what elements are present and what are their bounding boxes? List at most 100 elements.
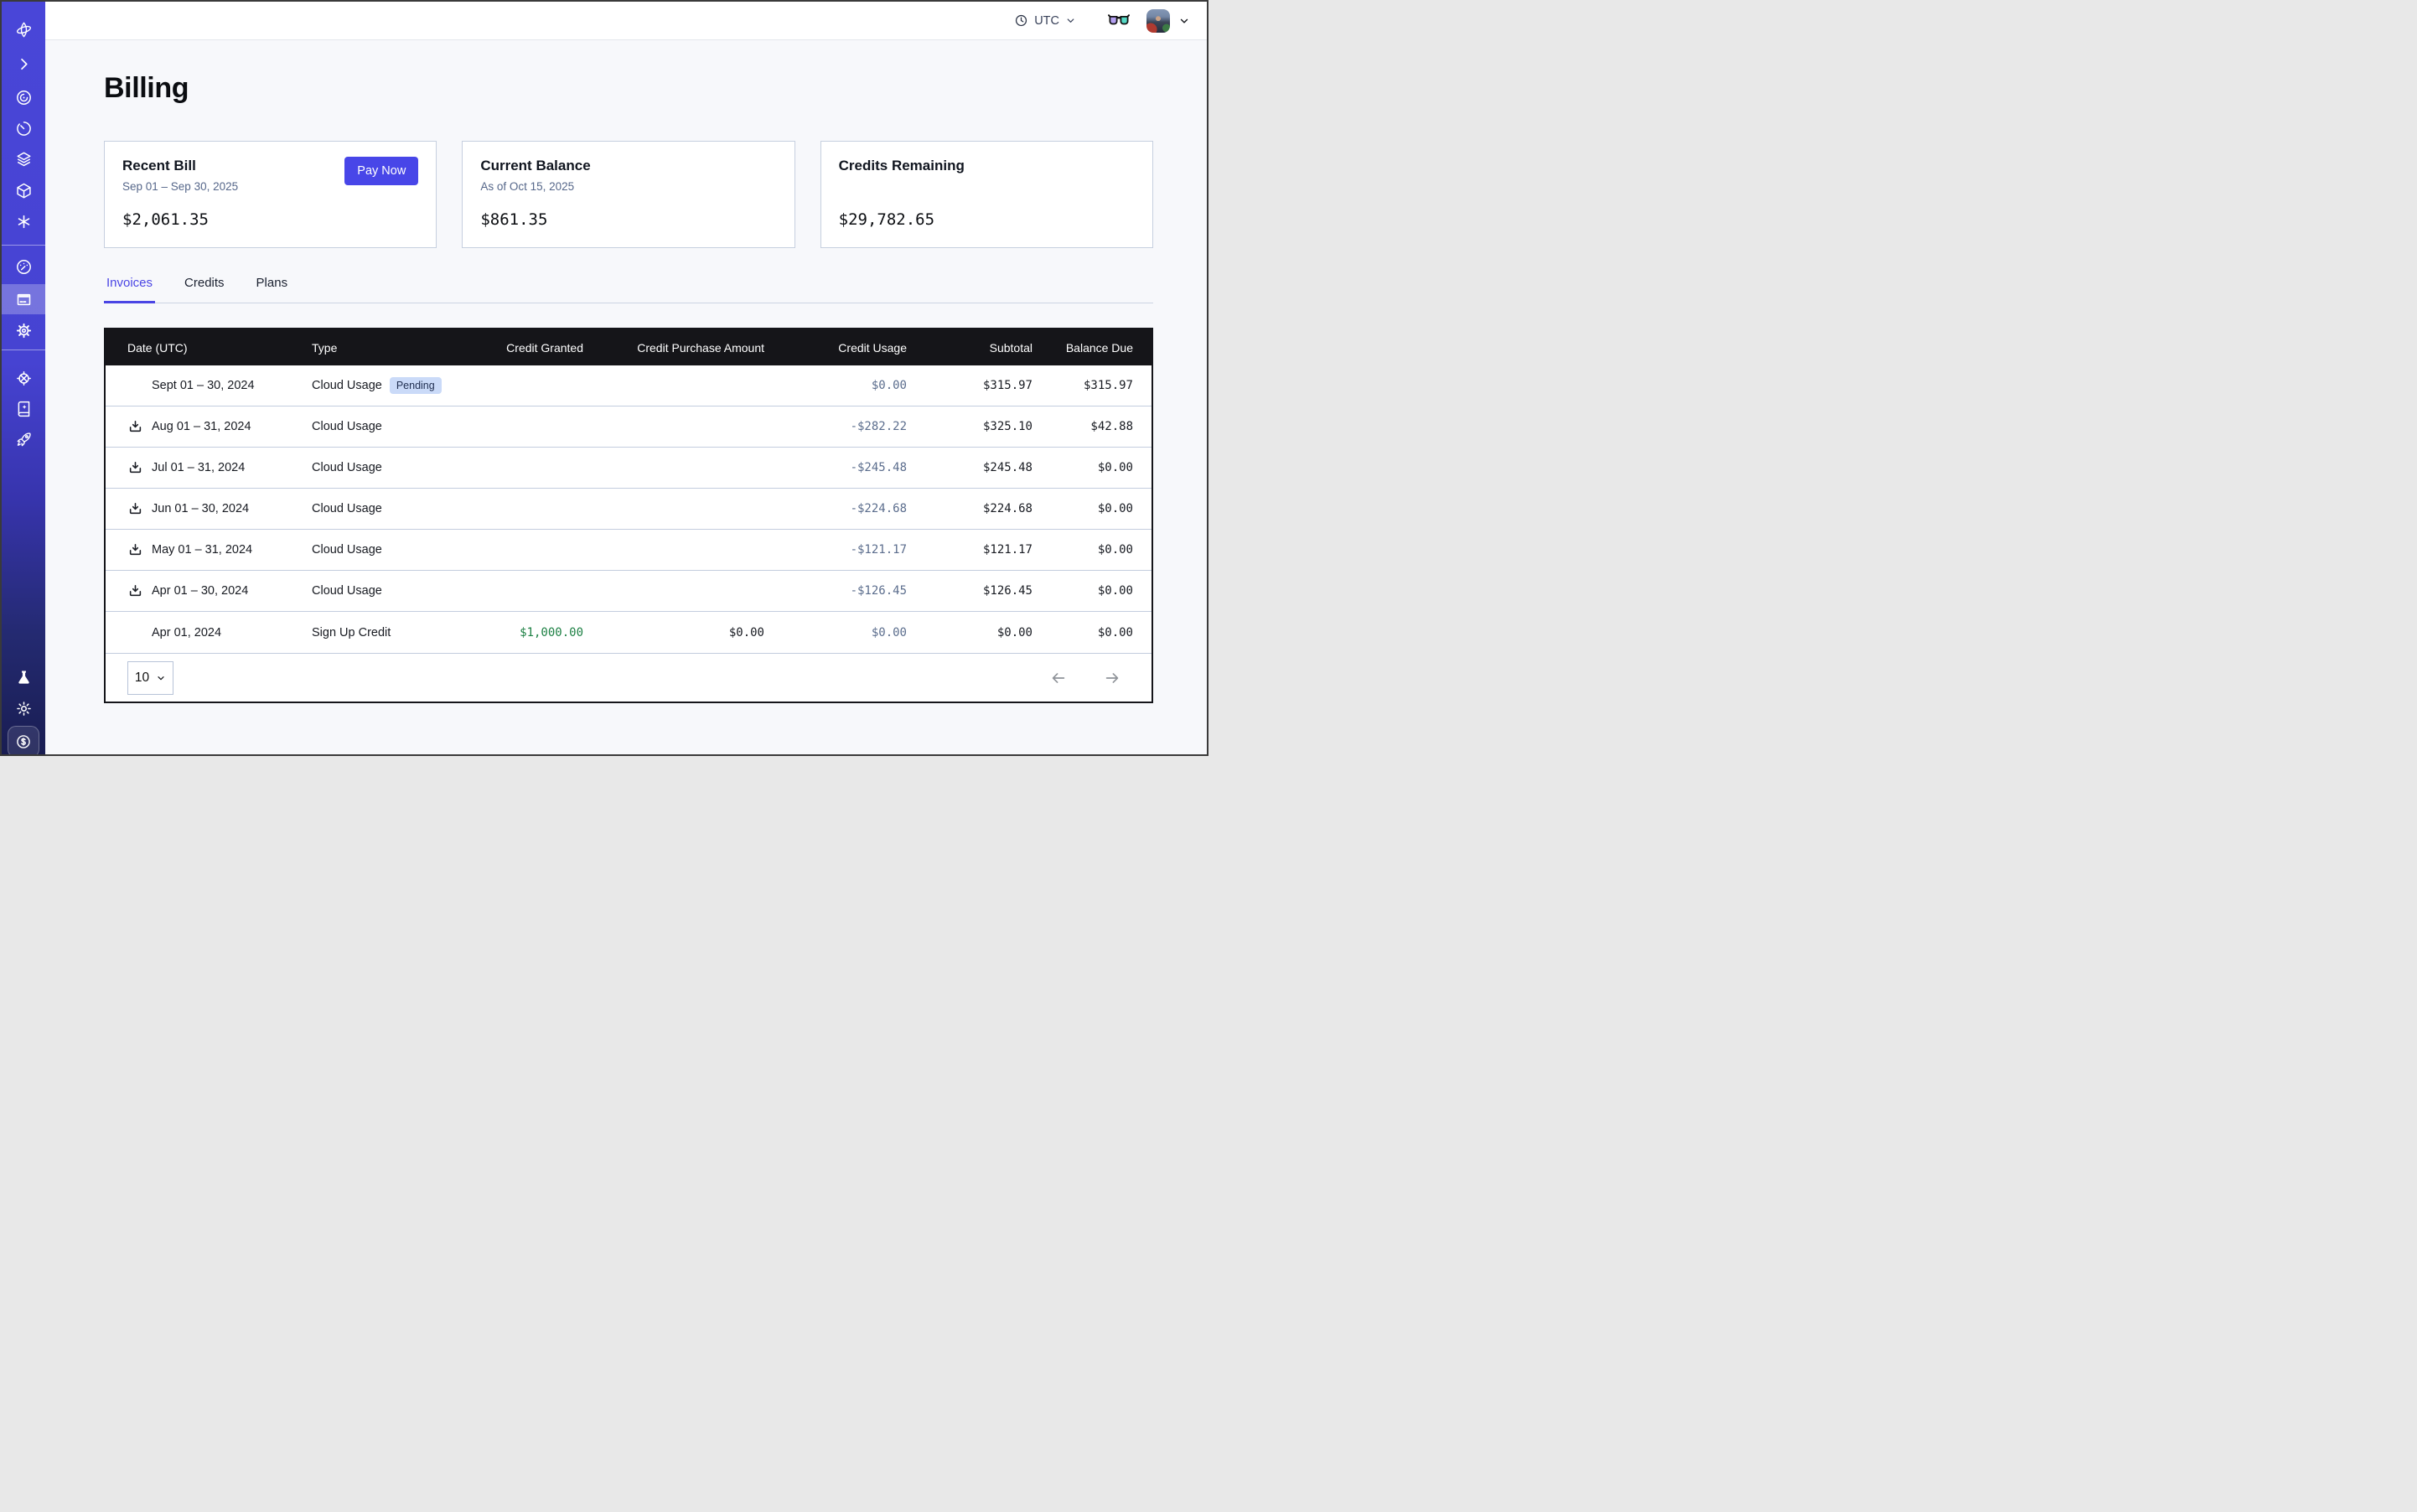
credit-usage-value: $0.00 <box>786 379 929 392</box>
next-page-arrow-right-icon[interactable] <box>1103 669 1121 687</box>
sidebar-item-asterisk-icon[interactable] <box>13 211 34 231</box>
invoice-table-body: Sept 01 – 30, 2024 Cloud Usage Pending $… <box>106 365 1152 654</box>
topbar: UTC <box>45 2 1207 40</box>
billing-tabs: Invoices Credits Plans <box>104 276 1153 303</box>
sidebar-item-wheel-icon[interactable] <box>13 368 34 388</box>
download-invoice-button[interactable] <box>127 583 143 599</box>
invoice-date: Aug 01 – 31, 2024 <box>152 420 251 433</box>
card-amount: $29,782.65 <box>839 210 1135 229</box>
credit-usage-value: -$121.17 <box>786 543 929 557</box>
credits-remaining-card: Credits Remaining $29,782.65 <box>820 141 1153 248</box>
content: Billing Recent Bill Sep 01 – Sep 30, 202… <box>45 40 1207 754</box>
tab-credits[interactable]: Credits <box>182 276 227 303</box>
pagination <box>1049 669 1121 687</box>
download-invoice-button[interactable] <box>127 501 143 517</box>
clock-icon <box>1014 13 1028 28</box>
download-icon <box>127 542 143 558</box>
invoice-type: Cloud Usage <box>312 420 382 433</box>
column-header-credit-granted: Credit Granted <box>454 341 605 355</box>
tab-invoices[interactable]: Invoices <box>104 276 155 303</box>
current-balance-card: Current Balance As of Oct 15, 2025 $861.… <box>462 141 794 248</box>
invoice-type: Cloud Usage <box>312 379 382 392</box>
glasses-icon[interactable] <box>1108 13 1130 28</box>
download-invoice-button[interactable] <box>127 460 143 476</box>
sidebar-item-rocket-icon[interactable] <box>13 429 34 449</box>
credit-usage-value: -$126.45 <box>786 584 929 598</box>
recent-bill-card: Recent Bill Sep 01 – Sep 30, 2025 $2,061… <box>104 141 437 248</box>
sidebar-item-gear-icon[interactable] <box>13 320 34 340</box>
invoice-type: Sign Up Credit <box>312 626 391 639</box>
download-invoice-button[interactable] <box>127 542 143 558</box>
sidebar-item-gauge-icon[interactable] <box>13 256 34 277</box>
download-invoice-button[interactable] <box>127 419 143 435</box>
timezone-selector[interactable]: UTC <box>1014 13 1076 28</box>
sidebar <box>2 2 45 754</box>
subtotal-value: $315.97 <box>929 379 1054 392</box>
summary-cards: Recent Bill Sep 01 – Sep 30, 2025 $2,061… <box>104 141 1153 248</box>
table-row: Jun 01 – 30, 2024 Cloud Usage -$224.68 $… <box>106 489 1152 530</box>
subtotal-value: $121.17 <box>929 543 1054 557</box>
app-window: UTC Billin <box>0 0 1208 756</box>
column-header-date: Date (UTC) <box>106 341 312 355</box>
balance-due-value: $0.00 <box>1054 502 1155 515</box>
invoice-type: Cloud Usage <box>312 584 382 598</box>
chevron-down-icon <box>1065 15 1076 26</box>
sidebar-collapse-chevron-right-icon[interactable] <box>13 54 34 74</box>
subtotal-value: $224.68 <box>929 502 1054 515</box>
table-row: Apr 01, 2024 Sign Up Credit $1,000.00 $0… <box>106 612 1152 653</box>
invoice-type: Cloud Usage <box>312 461 382 474</box>
balance-due-value: $0.00 <box>1054 461 1155 474</box>
table-row: Aug 01 – 31, 2024 Cloud Usage -$282.22 $… <box>106 406 1152 448</box>
column-header-balance-due: Balance Due <box>1054 341 1155 355</box>
sidebar-item-book-sparkle-icon[interactable] <box>13 398 34 418</box>
account-menu-chevron-down-icon[interactable] <box>1178 15 1190 27</box>
pay-now-button[interactable]: Pay Now <box>344 157 418 185</box>
page-size-value: 10 <box>135 671 149 686</box>
table-row: Sept 01 – 30, 2024 Cloud Usage Pending $… <box>106 365 1152 406</box>
sidebar-item-billing-card-icon[interactable] <box>13 289 34 309</box>
table-footer: 10 <box>106 654 1152 702</box>
sidebar-item-cube-icon[interactable] <box>13 180 34 200</box>
card-subtitle <box>839 180 1135 194</box>
column-header-subtotal: Subtotal <box>929 341 1054 355</box>
subtotal-value: $325.10 <box>929 420 1054 433</box>
card-title: Credits Remaining <box>839 158 1135 174</box>
invoice-type: Cloud Usage <box>312 543 382 557</box>
card-amount: $861.35 <box>480 210 776 229</box>
logo-icon[interactable] <box>13 19 34 39</box>
tab-plans[interactable]: Plans <box>254 276 291 303</box>
credit-usage-value: -$224.68 <box>786 502 929 515</box>
page-title: Billing <box>104 72 1153 105</box>
timezone-label: UTC <box>1034 14 1059 28</box>
credit-granted-value: $1,000.00 <box>454 626 605 639</box>
balance-due-value: $42.88 <box>1054 420 1155 433</box>
credit-purchase-value: $0.00 <box>605 626 786 639</box>
card-subtitle: As of Oct 15, 2025 <box>480 180 776 194</box>
sidebar-item-dollar-badge-icon[interactable] <box>8 726 39 756</box>
sidebar-item-layers-icon[interactable] <box>13 148 34 168</box>
balance-due-value: $0.00 <box>1054 584 1155 598</box>
table-row: Apr 01 – 30, 2024 Cloud Usage -$126.45 $… <box>106 571 1152 612</box>
page-size-select[interactable]: 10 <box>127 661 173 695</box>
avatar[interactable] <box>1146 9 1170 33</box>
table-row: Jul 01 – 31, 2024 Cloud Usage -$245.48 $… <box>106 448 1152 489</box>
status-badge: Pending <box>390 377 442 395</box>
download-icon <box>127 419 143 435</box>
invoice-date: Apr 01 – 30, 2024 <box>152 584 248 598</box>
sidebar-item-flask-icon[interactable] <box>13 667 34 687</box>
invoice-date: May 01 – 31, 2024 <box>152 543 252 557</box>
sidebar-item-timer-icon[interactable] <box>13 118 34 138</box>
balance-due-value: $315.97 <box>1054 379 1155 392</box>
invoice-date: Jul 01 – 31, 2024 <box>152 461 245 474</box>
download-icon <box>127 583 143 599</box>
card-amount: $2,061.35 <box>122 210 418 229</box>
sidebar-item-spiral-icon[interactable] <box>13 87 34 107</box>
credit-usage-value: $0.00 <box>786 626 929 639</box>
invoices-table: Date (UTC) Type Credit Granted Credit Pu… <box>104 328 1153 703</box>
subtotal-value: $245.48 <box>929 461 1054 474</box>
column-header-type: Type <box>312 341 454 355</box>
sidebar-item-sun-icon[interactable] <box>13 698 34 718</box>
previous-page-arrow-left-icon[interactable] <box>1049 669 1068 687</box>
credit-usage-value: -$245.48 <box>786 461 929 474</box>
column-header-credit-purchase-amount: Credit Purchase Amount <box>605 341 786 355</box>
